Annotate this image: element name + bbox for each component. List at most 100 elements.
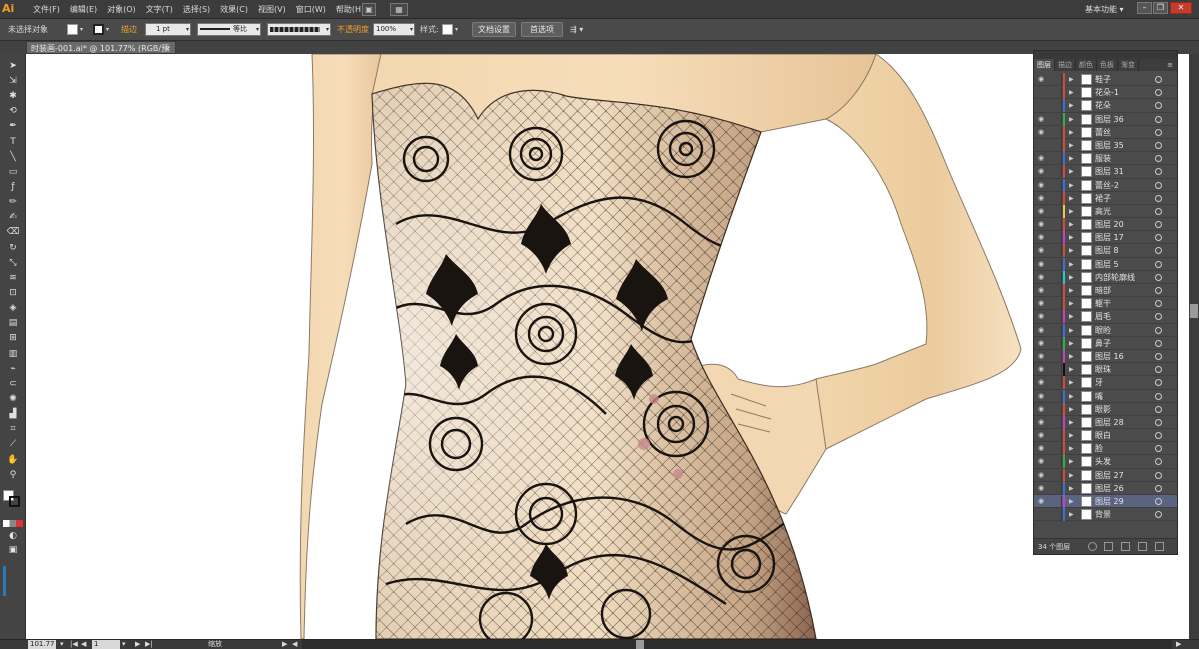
layer-row[interactable]: ▶ 花朵	[1034, 99, 1177, 113]
document-setup-button[interactable]: 文档设置	[472, 22, 516, 37]
lock-toggle[interactable]	[1051, 126, 1062, 138]
symbol-sprayer-tool-icon[interactable]: ✺	[5, 393, 21, 406]
create-new-layer-icon[interactable]	[1138, 542, 1147, 551]
lock-toggle[interactable]	[1051, 219, 1062, 231]
layer-name[interactable]: 暗部	[1095, 284, 1111, 297]
visibility-eye-icon[interactable]: ◉	[1038, 444, 1048, 452]
target-circle-icon[interactable]	[1155, 392, 1162, 400]
layer-name[interactable]: 背景	[1095, 508, 1111, 521]
lock-toggle[interactable]	[1051, 324, 1062, 336]
first-artboard-icon[interactable]: |◀	[70, 640, 78, 649]
hscroll-left-icon[interactable]: ◀	[292, 640, 297, 649]
artboard-tool-icon[interactable]: ⌗	[5, 423, 21, 436]
layer-name[interactable]: 躯干	[1095, 297, 1111, 310]
visibility-eye-icon[interactable]: ◉	[1038, 365, 1048, 373]
target-circle-icon[interactable]	[1155, 181, 1162, 189]
lock-toggle[interactable]	[1051, 403, 1062, 415]
expand-triangle-icon[interactable]: ▶	[1069, 497, 1074, 506]
create-sublayer-icon[interactable]	[1121, 542, 1130, 551]
expand-triangle-icon[interactable]: ▶	[1069, 220, 1074, 229]
lock-toggle[interactable]	[1051, 192, 1062, 204]
layer-row[interactable]: ◉ ▶ 眼白	[1034, 429, 1177, 443]
layer-row[interactable]: ◉ ▶ 鞋子	[1034, 73, 1177, 87]
target-circle-icon[interactable]	[1155, 221, 1162, 229]
visibility-eye-icon[interactable]: ◉	[1038, 154, 1048, 162]
line-tool-icon[interactable]: ╲	[5, 151, 21, 164]
layer-name[interactable]: 图层 5	[1095, 258, 1119, 271]
layer-row[interactable]: ◉ ▶ 图层 26	[1034, 481, 1177, 495]
expand-triangle-icon[interactable]: ▶	[1069, 457, 1074, 466]
layer-row[interactable]: ◉ ▶ 脸	[1034, 442, 1177, 456]
lasso-tool-icon[interactable]: ⟲	[5, 105, 21, 118]
target-circle-icon[interactable]	[1155, 155, 1162, 163]
last-artboard-icon[interactable]: ▶|	[145, 640, 153, 649]
vertical-scroll-thumb[interactable]	[1190, 304, 1198, 318]
eraser-tool-icon[interactable]: ⌫	[5, 226, 21, 239]
layer-name[interactable]: 眼白	[1095, 429, 1111, 442]
layer-name[interactable]: 图层 31	[1095, 165, 1124, 178]
layer-row[interactable]: ◉ ▶ 图层 27	[1034, 468, 1177, 482]
layer-row[interactable]: ◉ ▶ 图层 36	[1034, 112, 1177, 126]
layer-row[interactable]: ◉ ▶ 蕾丝	[1034, 125, 1177, 139]
document-tab[interactable]: 时装画-001.ai* @ 101.77% (RGB/预览)×	[26, 41, 176, 66]
rectangle-tool-icon[interactable]: ▭	[5, 166, 21, 179]
expand-triangle-icon[interactable]: ▶	[1069, 75, 1074, 84]
lock-toggle[interactable]	[1051, 350, 1062, 362]
expand-triangle-icon[interactable]: ▶	[1069, 339, 1074, 348]
layer-name[interactable]: 内部轮廓线	[1095, 271, 1135, 284]
panel-tab[interactable]: 色板	[1097, 59, 1118, 71]
lock-toggle[interactable]	[1051, 469, 1062, 481]
visibility-eye-icon[interactable]: ◉	[1038, 378, 1048, 386]
target-circle-icon[interactable]	[1155, 194, 1162, 202]
target-circle-icon[interactable]	[1155, 115, 1162, 123]
menu-item[interactable]: 编辑(E)	[65, 0, 102, 19]
make-clipping-mask-icon[interactable]	[1104, 542, 1113, 551]
delete-layer-icon[interactable]	[1155, 542, 1164, 551]
lock-toggle[interactable]	[1051, 496, 1062, 507]
lock-toggle[interactable]	[1051, 337, 1062, 349]
stroke-swatch[interactable]	[93, 24, 104, 35]
layer-row[interactable]: ◉ ▶ 眼珠	[1034, 363, 1177, 377]
expand-triangle-icon[interactable]: ▶	[1069, 444, 1074, 453]
visibility-eye-icon[interactable]: ◉	[1038, 260, 1048, 268]
layer-row[interactable]: ◉ ▶ 内部轮廓线	[1034, 270, 1177, 284]
status-menu-icon[interactable]: ▶	[282, 640, 287, 649]
lock-toggle[interactable]	[1051, 364, 1062, 376]
visibility-eye-icon[interactable]: ◉	[1038, 405, 1048, 413]
blend-tool-icon[interactable]: ⊂	[5, 378, 21, 391]
expand-triangle-icon[interactable]: ▶	[1069, 418, 1074, 427]
layer-name[interactable]: 图层 8	[1095, 244, 1119, 257]
lock-toggle[interactable]	[1051, 87, 1062, 99]
lock-toggle[interactable]	[1051, 285, 1062, 296]
pen-tool-icon[interactable]: ✒	[5, 120, 21, 133]
minimize-button[interactable]: –	[1137, 2, 1152, 14]
visibility-eye-icon[interactable]: ◉	[1038, 431, 1048, 439]
target-circle-icon[interactable]	[1155, 511, 1162, 519]
direct-selection-tool-icon[interactable]: ⇲	[5, 75, 21, 88]
expand-triangle-icon[interactable]: ▶	[1069, 312, 1074, 321]
menu-item[interactable]: 文件(F)	[28, 0, 65, 19]
style-swatch[interactable]	[442, 24, 453, 35]
layer-row[interactable]: ◉ ▶ 图层 29	[1034, 495, 1177, 509]
expand-triangle-icon[interactable]: ▶	[1069, 299, 1074, 308]
horizontal-scroll-thumb[interactable]	[636, 640, 644, 649]
layer-name[interactable]: 裙子	[1095, 192, 1111, 205]
brush-definition-select[interactable]: ▾	[267, 23, 331, 36]
free-transform-tool-icon[interactable]: ⊡	[5, 287, 21, 300]
menu-item[interactable]: 视图(V)	[253, 0, 291, 19]
layer-name[interactable]: 服装	[1095, 152, 1111, 165]
stroke-weight-field[interactable]: 1 pt ▾	[145, 23, 191, 36]
lock-toggle[interactable]	[1051, 271, 1062, 283]
stroke-label[interactable]: 描边	[121, 23, 137, 36]
target-circle-icon[interactable]	[1155, 207, 1162, 215]
layer-name[interactable]: 眼影	[1095, 403, 1111, 416]
zoom-dropdown-icon[interactable]: ▾	[60, 640, 64, 649]
layer-row[interactable]: ◉ ▶ 图层 31	[1034, 165, 1177, 179]
fill-swatch[interactable]	[67, 24, 78, 35]
lock-toggle[interactable]	[1051, 482, 1062, 494]
lock-toggle[interactable]	[1051, 113, 1062, 125]
visibility-eye-icon[interactable]: ◉	[1038, 207, 1048, 215]
preferences-button[interactable]: 首选项	[521, 22, 563, 37]
layer-row[interactable]: ◉ ▶ 暗部	[1034, 284, 1177, 298]
target-circle-icon[interactable]	[1155, 273, 1162, 281]
